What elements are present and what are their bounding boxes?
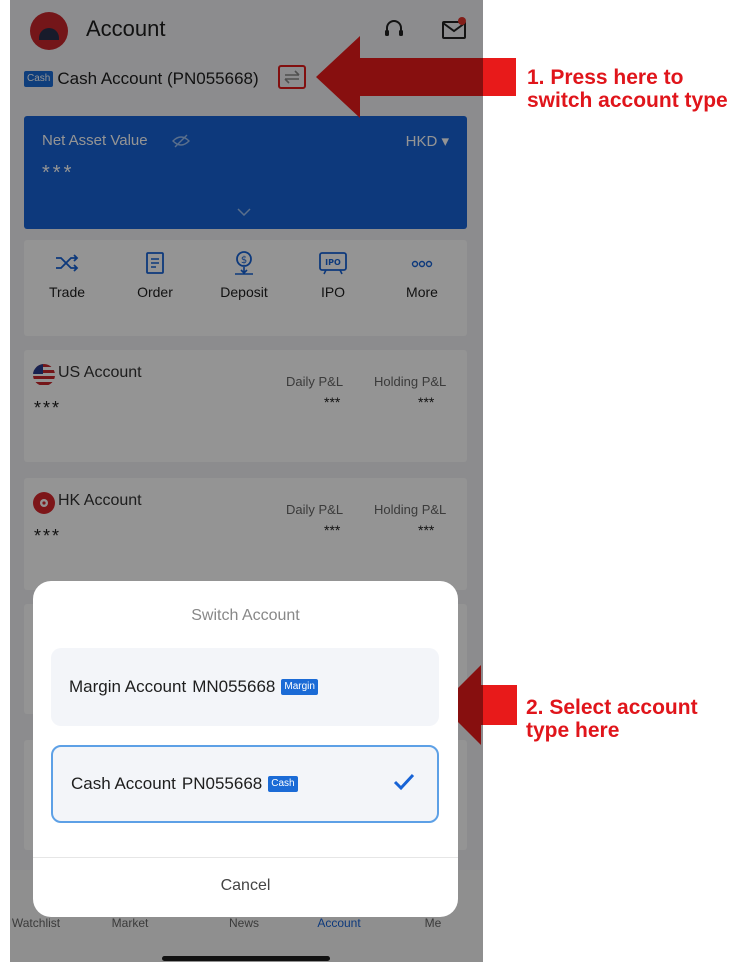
cash-account-id: PN055668 bbox=[181, 774, 263, 793]
cancel-button[interactable]: Cancel bbox=[33, 877, 458, 895]
cash-account-name: Cash Account bbox=[71, 774, 176, 793]
switch-account-dialog: Switch Account Margin Account MN055668 M… bbox=[33, 581, 458, 917]
step1-note-line2: switch account type bbox=[527, 89, 728, 112]
checkmark-icon bbox=[393, 773, 415, 791]
margin-badge: Margin bbox=[281, 679, 318, 695]
step2-note-line1: 2. Select account bbox=[526, 696, 698, 719]
margin-account-id: MN055668 bbox=[192, 677, 276, 696]
divider bbox=[33, 857, 458, 858]
home-indicator bbox=[162, 956, 330, 961]
cash-account-option[interactable]: Cash Account PN055668 Cash bbox=[51, 745, 439, 823]
step1-note-line1: 1. Press here to bbox=[527, 66, 684, 89]
margin-account-name: Margin Account bbox=[69, 677, 187, 696]
margin-account-option[interactable]: Margin Account MN055668 Margin bbox=[51, 648, 439, 726]
step2-note-line2: type here bbox=[526, 719, 620, 742]
phone-screen: Account Cash Cash Account (PN055668) Net… bbox=[10, 0, 483, 962]
dialog-title: Switch Account bbox=[191, 607, 300, 624]
cash-badge: Cash bbox=[268, 776, 298, 792]
